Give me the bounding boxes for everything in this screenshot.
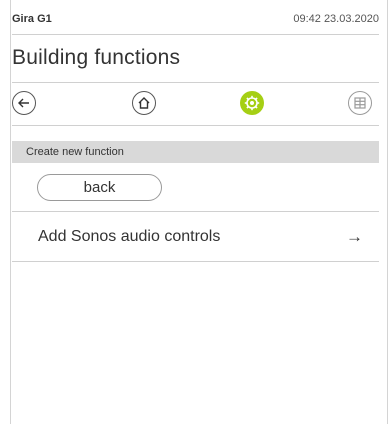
divider	[12, 261, 379, 262]
rooms-grid-button[interactable]	[348, 91, 372, 115]
date-time: 09:42 23.03.2020	[293, 13, 379, 25]
divider	[12, 34, 379, 35]
list-item-label: Add Sonos audio controls	[38, 227, 221, 245]
gear-icon	[244, 95, 260, 111]
section-header: Create new function	[12, 141, 379, 163]
divider	[12, 82, 379, 83]
back-button[interactable]: back	[37, 174, 162, 201]
page-title: Building functions	[12, 46, 181, 69]
navigation-bar	[12, 91, 379, 117]
divider	[12, 125, 379, 126]
arrow-left-icon	[18, 98, 29, 108]
home-button[interactable]	[132, 91, 156, 115]
grid-icon	[354, 97, 366, 109]
device-name: Gira G1	[12, 13, 52, 25]
status-bar: Gira G1 09:42 23.03.2020	[12, 8, 379, 30]
list-item-add-sonos[interactable]: Add Sonos audio controls →	[12, 212, 379, 261]
arrow-right-icon: →	[346, 226, 363, 246]
back-arrow-button[interactable]	[12, 91, 36, 115]
settings-button[interactable]	[240, 91, 264, 115]
home-icon	[138, 97, 150, 109]
